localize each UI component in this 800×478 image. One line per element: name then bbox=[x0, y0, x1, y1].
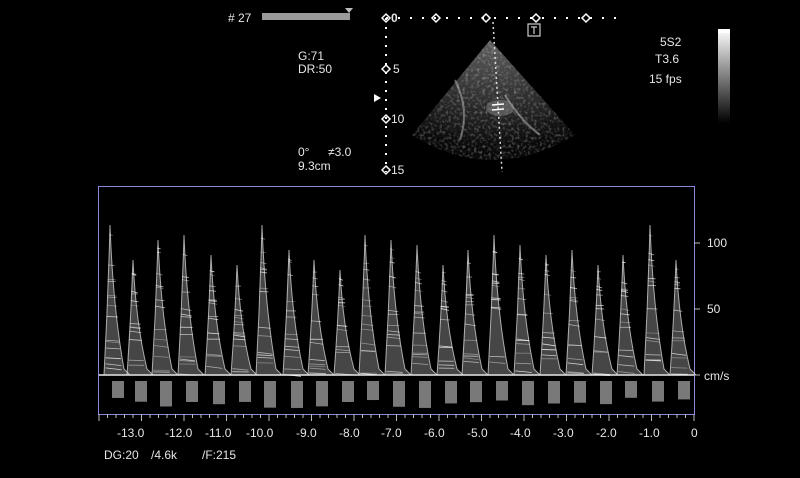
echo-overlay bbox=[98, 12, 700, 421]
time-label: -5.0 bbox=[467, 426, 488, 440]
time-label: 0 bbox=[691, 426, 698, 440]
spectral-envelope bbox=[333, 269, 361, 402]
doppler-spectrum bbox=[103, 224, 697, 408]
top-marker-diamond bbox=[530, 12, 542, 24]
spectral-envelope bbox=[461, 249, 489, 403]
time-label: -9.0 bbox=[296, 426, 317, 440]
time-label: -3.0 bbox=[553, 426, 574, 440]
time-label: -2.0 bbox=[596, 426, 617, 440]
time-label: -6.0 bbox=[424, 426, 445, 440]
velocity-label-100: 100 bbox=[707, 236, 728, 250]
time-axis: -13.0 -12.0 -11.0 -10.0 -9.0 -8.0 -7.0 -… bbox=[0, 426, 800, 440]
depth-marker-diamond bbox=[380, 63, 392, 75]
spectral-envelope bbox=[384, 239, 412, 407]
velocity-unit: cm/s bbox=[704, 369, 730, 383]
time-label: -12.0 bbox=[165, 426, 193, 440]
spectral-envelope bbox=[204, 254, 232, 405]
sample-gate-top bbox=[491, 103, 505, 106]
time-label: -4.0 bbox=[510, 426, 531, 440]
time-label: -13.0 bbox=[117, 426, 145, 440]
spectral-envelope bbox=[255, 224, 283, 408]
focus-marker-icon bbox=[374, 94, 381, 102]
spectral-envelope bbox=[410, 244, 438, 408]
time-label: -7.0 bbox=[381, 426, 402, 440]
time-label: -8.0 bbox=[339, 426, 360, 440]
depth-marker-diamond bbox=[380, 164, 392, 176]
prf-readout: /4.6k bbox=[151, 448, 178, 462]
spectral-envelope bbox=[126, 259, 154, 402]
spectral-envelope bbox=[177, 234, 205, 402]
time-label: -10.0 bbox=[246, 426, 274, 440]
doppler-gain-readout: DG:20 bbox=[104, 448, 139, 462]
time-label: -11.0 bbox=[205, 426, 232, 440]
spectral-envelope bbox=[616, 254, 644, 398]
velocity-label-50: 50 bbox=[707, 302, 721, 316]
spectral-envelope bbox=[669, 259, 697, 400]
time-axis-ticks bbox=[98, 414, 695, 421]
spectral-envelope bbox=[307, 259, 335, 407]
sample-gate-bottom bbox=[491, 108, 505, 111]
spectral-envelope bbox=[565, 249, 593, 403]
spectral-envelope bbox=[103, 224, 131, 398]
spectral-envelope bbox=[230, 264, 258, 402]
spectral-envelope bbox=[591, 264, 619, 405]
spectral-envelope bbox=[513, 244, 541, 406]
spectral-envelope bbox=[539, 254, 567, 404]
spectral-envelope bbox=[436, 264, 464, 404]
time-label: -1.0 bbox=[639, 426, 660, 440]
filter-readout: /F:215 bbox=[202, 448, 237, 462]
spectral-envelope bbox=[282, 249, 310, 408]
spectral-envelope bbox=[151, 239, 179, 407]
top-marker-diamond bbox=[580, 12, 592, 24]
